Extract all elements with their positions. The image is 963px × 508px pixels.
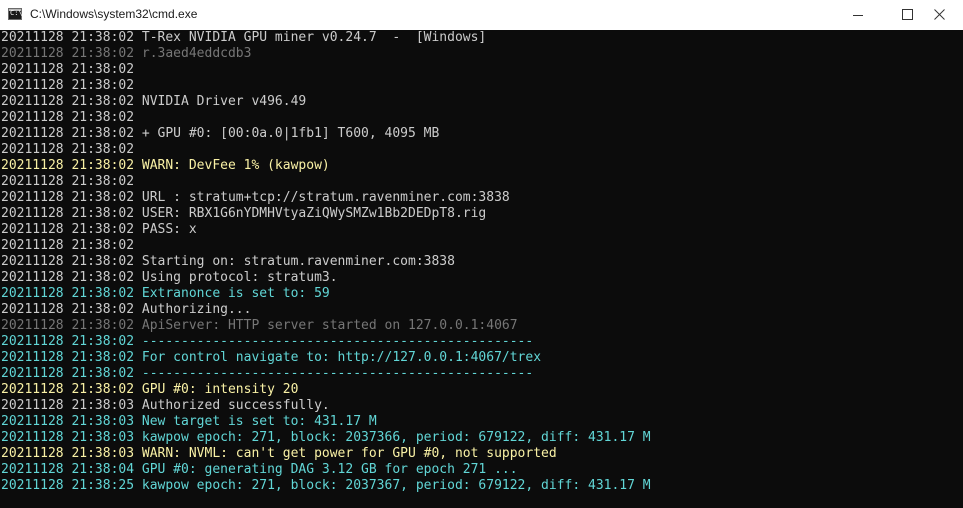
window-title: C:\Windows\system32\cmd.exe (30, 7, 198, 21)
console-line: 20211128 21:38:03 WARN: NVML: can't get … (1, 446, 557, 461)
console-line: 20211128 21:38:02 Starting on: stratum.r… (1, 254, 455, 269)
console-line: 20211128 21:38:02 Authorizing... (1, 302, 252, 317)
console-line: 20211128 21:38:25 kawpow epoch: 271, blo… (1, 478, 651, 493)
console-output[interactable]: 20211128 21:38:02 T-Rex NVIDIA GPU miner… (0, 30, 963, 508)
maximize-icon (902, 9, 913, 20)
icon-prompt-text: C:\ (10, 9, 23, 17)
console-line: 20211128 21:38:02 URL : stratum+tcp://st… (1, 190, 510, 205)
console-line: 20211128 21:38:03 Authorized successfull… (1, 398, 330, 413)
console-line: 20211128 21:38:03 New target is set to: … (1, 414, 377, 429)
console-line: 20211128 21:38:02 Using protocol: stratu… (1, 270, 338, 285)
console-line: 20211128 21:38:02 WARN: DevFee 1% (kawpo… (1, 158, 330, 173)
close-button[interactable] (917, 0, 963, 30)
console-line: 20211128 21:38:02 ApiServer: HTTP server… (1, 318, 518, 333)
console-line: 20211128 21:38:02 (1, 110, 135, 125)
console-line: 20211128 21:38:02 ----------------------… (1, 334, 534, 349)
minimize-button[interactable] (835, 0, 881, 30)
console-line: 20211128 21:38:02 r.3aed4eddcdb3 (1, 46, 252, 61)
console-line: 20211128 21:38:02 T-Rex NVIDIA GPU miner… (1, 30, 487, 45)
console-line: 20211128 21:38:02 Extranonce is set to: … (1, 286, 330, 301)
title-bar[interactable]: C:\ C:\Windows\system32\cmd.exe (0, 0, 963, 30)
cmd-icon[interactable]: C:\ (8, 8, 23, 20)
console-line: 20211128 21:38:02 (1, 78, 135, 93)
console-line: 20211128 21:38:03 kawpow epoch: 271, blo… (1, 430, 651, 445)
console-line: 20211128 21:38:02 For control navigate t… (1, 350, 542, 365)
cmd-window: C:\ C:\Windows\system32\cmd.exe 20211128… (0, 0, 963, 508)
console-line: 20211128 21:38:02 PASS: x (1, 222, 197, 237)
console-line: 20211128 21:38:02 (1, 174, 135, 189)
console-line: 20211128 21:38:02 + GPU #0: [00:0a.0|1fb… (1, 126, 440, 141)
console-line: 20211128 21:38:02 USER: RBX1G6nYDMHVtyaZ… (1, 206, 487, 221)
console-line: 20211128 21:38:02 (1, 238, 135, 253)
console-line: 20211128 21:38:02 (1, 142, 135, 157)
close-icon (934, 9, 945, 20)
console-line: 20211128 21:38:02 GPU #0: intensity 20 (1, 382, 299, 397)
console-line: 20211128 21:38:04 GPU #0: generating DAG… (1, 462, 518, 477)
console-line: 20211128 21:38:02 (1, 62, 135, 77)
minimize-icon (853, 15, 863, 16)
console-line: 20211128 21:38:02 ----------------------… (1, 366, 534, 381)
console-line: 20211128 21:38:02 NVIDIA Driver v496.49 (1, 94, 307, 109)
